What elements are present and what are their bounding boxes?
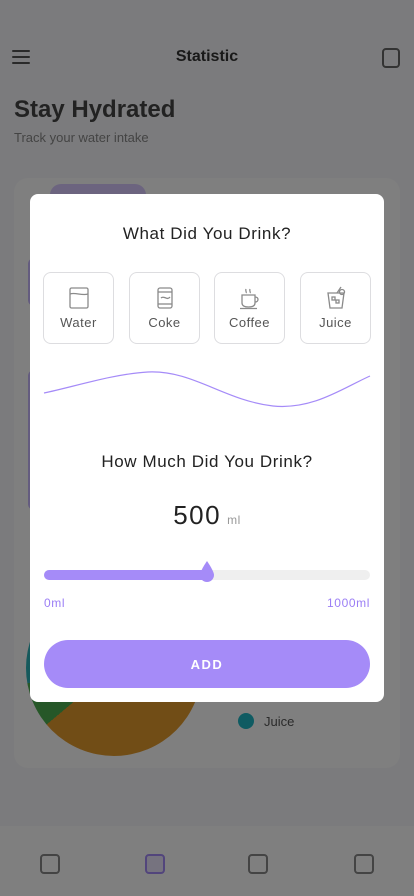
slider-fill [44, 570, 207, 580]
drink-options: Water Coke Coffee Juice [43, 272, 371, 344]
decorative-wave [43, 371, 371, 408]
juice-glass-icon [301, 286, 370, 310]
drink-option-coffee[interactable]: Coffee [214, 272, 285, 344]
glass-icon [44, 286, 113, 310]
add-button[interactable]: ADD [44, 640, 370, 688]
modal-title: What Did You Drink? [122, 224, 292, 243]
amount-slider[interactable] [44, 561, 370, 586]
drink-label: Coffee [228, 315, 271, 330]
drink-option-juice[interactable]: Juice [300, 272, 371, 344]
drink-label: Coke [148, 315, 181, 330]
drink-option-water[interactable]: Water [43, 272, 114, 344]
drink-option-coke[interactable]: Coke [129, 272, 200, 344]
slider-thumb-droplet-icon[interactable] [199, 560, 215, 582]
amount-value: 500 [173, 500, 222, 530]
amount-display: 500 ml [30, 500, 384, 531]
amount-unit: ml [227, 513, 241, 527]
drink-label: Juice [319, 315, 352, 330]
add-drink-modal: What Did You Drink? Water Coke Coffee Ju… [30, 194, 384, 702]
slider-max-label: 1000ml [327, 596, 370, 610]
amount-title: How Much Did You Drink? [101, 452, 313, 471]
drink-label: Water [60, 315, 97, 330]
slider-min-label: 0ml [44, 596, 66, 610]
coffee-cup-icon [215, 286, 284, 310]
can-icon [130, 286, 199, 310]
